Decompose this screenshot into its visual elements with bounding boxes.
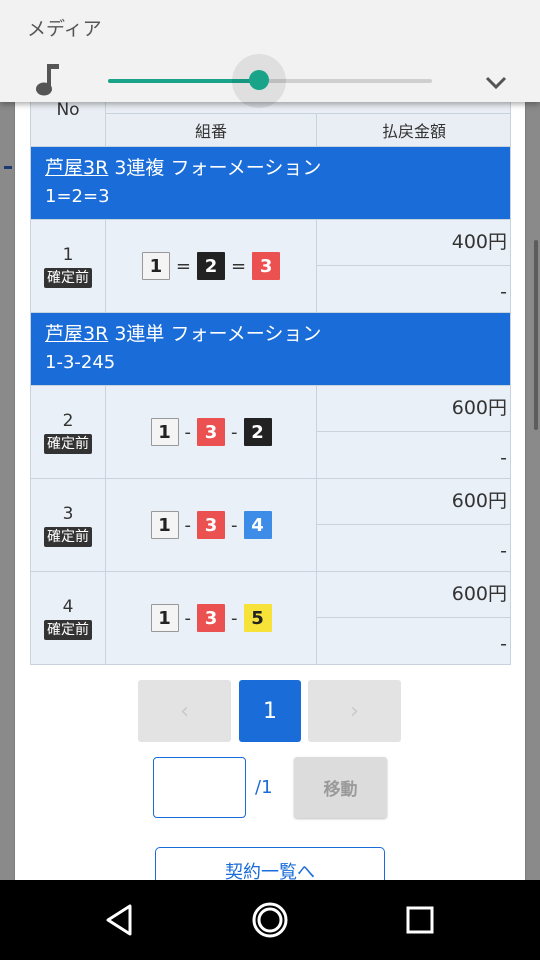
- combo-separator: =: [231, 255, 247, 277]
- prev-page-button[interactable]: ‹: [138, 680, 231, 742]
- bet-amount: 600円: [317, 386, 511, 432]
- pagination: ‹ 1 ›: [15, 680, 525, 742]
- row-number: 4: [62, 597, 74, 617]
- combo-cell: 1-3-5: [106, 572, 317, 664]
- combo-separator: -: [231, 607, 238, 629]
- recents-icon[interactable]: [398, 898, 442, 942]
- table-row: 3 確定前 1-3-4 600円 -: [31, 478, 511, 571]
- bet-amount: 600円: [317, 572, 511, 618]
- page-jump-input[interactable]: [153, 757, 246, 818]
- table-row: 2 確定前 1-3-2 600円 -: [31, 385, 511, 478]
- boat-number-badge: 1: [150, 604, 179, 632]
- chevron-down-icon[interactable]: [482, 70, 510, 94]
- payout-amount: -: [500, 633, 507, 655]
- payout-amount: -: [500, 281, 507, 303]
- bet-amount: 600円: [317, 479, 511, 525]
- combo-separator: -: [231, 514, 238, 536]
- status-badge: 確定前: [44, 268, 92, 288]
- section-title: 芦屋3R 3連単 フォーメーション: [45, 319, 496, 349]
- combo-separator: -: [231, 421, 238, 443]
- row-number: 1: [62, 245, 74, 265]
- bet-section-header: 芦屋3R 3連複 フォーメーション 1=2=3: [31, 146, 510, 219]
- system-nav-bar: [0, 880, 540, 960]
- boat-number-badge: 3: [197, 604, 225, 632]
- combo-cell: 1-3-4: [106, 479, 317, 571]
- payout-amount: -: [500, 540, 507, 562]
- boat-number-badge: 2: [197, 252, 225, 280]
- table-row: 4 確定前 1-3-5 600円 -: [31, 571, 511, 664]
- venue-link[interactable]: 芦屋3R: [45, 323, 108, 345]
- bet-type: 3連単 フォーメーション: [114, 323, 322, 345]
- row-no-cell: 2 確定前: [31, 386, 106, 478]
- status-badge: 確定前: [44, 620, 92, 640]
- formation: 1-3-245: [45, 352, 116, 373]
- row-no-cell: 4 確定前: [31, 572, 106, 664]
- background-mark: [4, 166, 12, 169]
- venue-link[interactable]: 芦屋3R: [45, 157, 108, 179]
- media-volume-panel: メディア: [0, 0, 540, 108]
- row-number: 3: [62, 504, 74, 524]
- row-number: 2: [62, 411, 74, 431]
- combo-separator: -: [184, 607, 192, 629]
- home-icon[interactable]: [248, 898, 292, 942]
- bet-section-header: 芦屋3R 3連単 フォーメーション 1-3-245: [31, 312, 510, 385]
- row-no-cell: 1 確定前: [31, 220, 106, 312]
- boat-number-badge: 2: [243, 418, 272, 446]
- boat-number-badge: 3: [252, 252, 281, 280]
- back-icon[interactable]: [98, 898, 142, 942]
- scrollbar-thumb[interactable]: [534, 240, 538, 430]
- boat-number-badge: 1: [141, 252, 170, 280]
- page-jump: /1 移動: [15, 757, 525, 819]
- payout-cell: 600円 -: [317, 479, 511, 571]
- move-button[interactable]: 移動: [294, 757, 387, 818]
- combo-cell: 1-3-2: [106, 386, 317, 478]
- combo-cell: 1 = 2 = 3: [106, 220, 317, 312]
- contract-list-button[interactable]: 契約一覧へ: [155, 847, 385, 880]
- bet-amount: 400円: [317, 220, 511, 266]
- status-badge: 確定前: [44, 434, 92, 454]
- media-title: メディア: [27, 18, 102, 40]
- bet-type: 3連複 フォーメーション: [114, 157, 322, 179]
- music-note-icon: [36, 64, 59, 96]
- header-payout: 払戻金額: [317, 113, 511, 146]
- row-no-cell: 3 確定前: [31, 479, 106, 571]
- formation: 1=2=3: [45, 186, 110, 207]
- table-row: 1 確定前 1 = 2 = 3 400円 -: [31, 219, 511, 312]
- payout-cell: 600円 -: [317, 386, 511, 478]
- payout-cell: 600円 -: [317, 572, 511, 664]
- page-total: /1: [255, 777, 273, 798]
- combo-separator: =: [175, 255, 191, 277]
- boat-number-badge: 3: [197, 418, 225, 446]
- boat-number-badge: 3: [197, 511, 225, 539]
- current-page-button[interactable]: 1: [239, 680, 301, 742]
- boat-number-badge: 1: [150, 511, 179, 539]
- boat-number-badge: 4: [243, 511, 272, 539]
- next-page-button[interactable]: ›: [308, 680, 401, 742]
- payout-cell: 400円 -: [317, 220, 511, 312]
- volume-slider-knob[interactable]: [249, 70, 269, 90]
- boat-number-badge: 1: [150, 418, 179, 446]
- background-right-edge: [526, 100, 540, 880]
- combo-separator: -: [184, 421, 192, 443]
- header-combo: 組番: [106, 113, 317, 146]
- background-left-edge: [0, 100, 14, 880]
- boat-number-badge: 5: [243, 604, 272, 632]
- combo-separator: -: [184, 514, 192, 536]
- header-no-label: No: [56, 100, 80, 120]
- payout-amount: -: [500, 447, 507, 469]
- bet-detail-modal: No 組番 払戻金額 芦屋3R 3連複 フォーメーション 1=2=3 1 確定前 1 = 2…: [15, 0, 525, 880]
- section-title: 芦屋3R 3連複 フォーメーション: [45, 153, 496, 183]
- table-body: 芦屋3R 3連複 フォーメーション 1=2=3 1 確定前 1 = 2 = 3 400円 - 芦屋3R…: [31, 146, 511, 664]
- status-badge: 確定前: [44, 527, 92, 547]
